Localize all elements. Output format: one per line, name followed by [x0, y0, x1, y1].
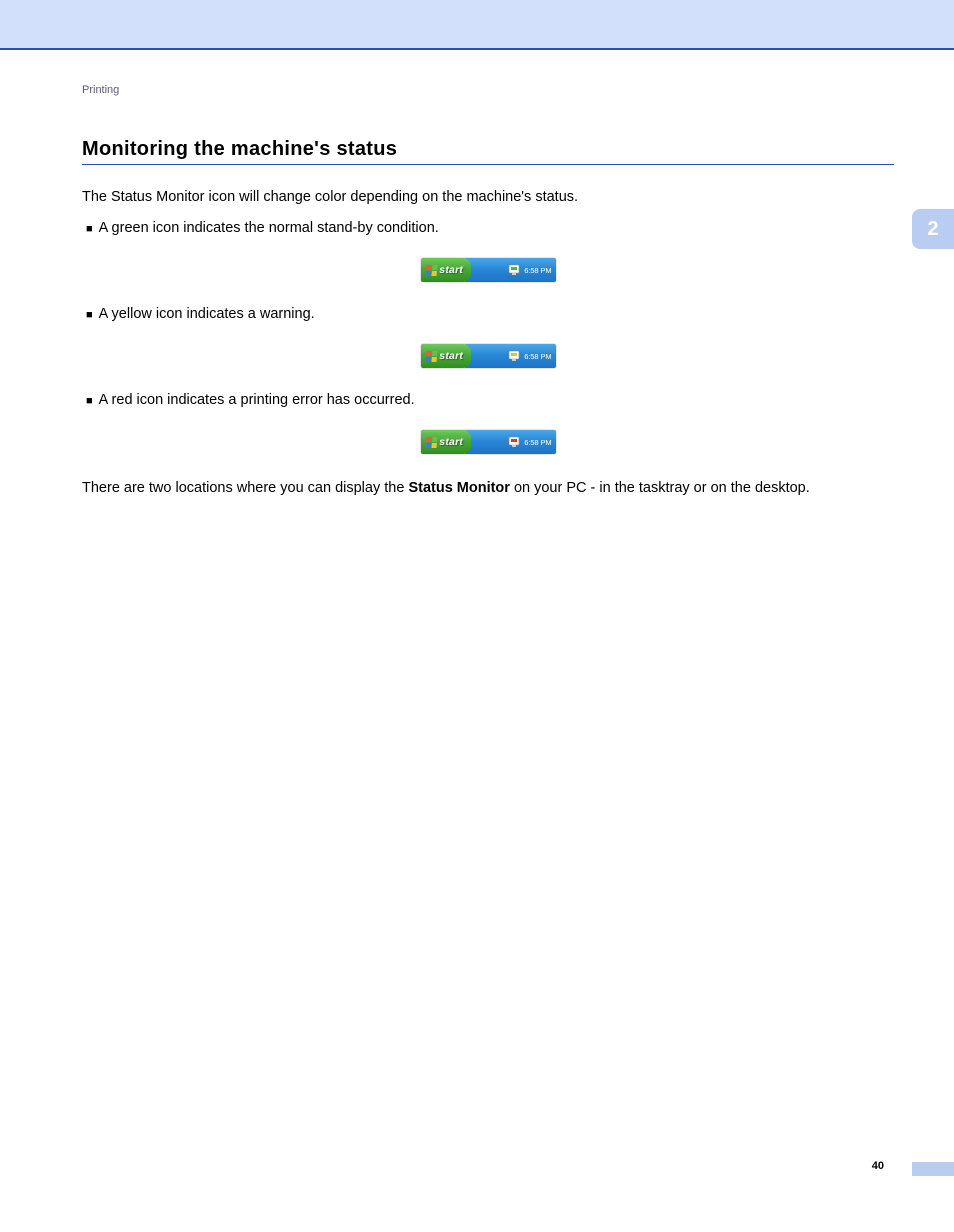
system-tray: 6:58 PM: [465, 430, 555, 454]
system-tray: 6:58 PM: [465, 258, 555, 282]
breadcrumb: Printing: [82, 84, 894, 96]
closing-after: on your PC - in the tasktray or on the d…: [510, 480, 810, 496]
windows-logo-icon: [425, 437, 437, 448]
bullet-text: A green icon indicates the normal stand-…: [99, 220, 439, 236]
start-label: start: [439, 436, 463, 448]
footer-accent: [912, 1162, 954, 1176]
closing-before: There are two locations where you can di…: [82, 480, 408, 496]
closing-paragraph: There are two locations where you can di…: [82, 478, 894, 499]
bullet-green: ■ A green icon indicates the normal stan…: [86, 220, 894, 236]
start-button[interactable]: start: [421, 344, 472, 368]
bullet-red: ■ A red icon indicates a printing error …: [86, 392, 894, 408]
windows-logo-icon: [425, 351, 437, 362]
intro-text: The Status Monitor icon will change colo…: [82, 187, 894, 208]
taskbar-example-yellow: start 6:58 PM: [82, 344, 894, 368]
windows-logo-icon: [425, 265, 437, 276]
bullet-yellow: ■ A yellow icon indicates a warning.: [86, 306, 894, 322]
start-label: start: [439, 350, 463, 362]
page-content: Printing Monitoring the machine's status…: [0, 50, 954, 499]
tray-clock: 6:58 PM: [524, 352, 551, 361]
square-bullet-icon: ■: [86, 395, 93, 407]
tray-clock: 6:58 PM: [524, 438, 551, 447]
start-label: start: [439, 264, 463, 276]
bullet-text: A red icon indicates a printing error ha…: [99, 392, 415, 408]
chapter-tab: 2: [912, 209, 954, 249]
bullet-text: A yellow icon indicates a warning.: [99, 306, 315, 322]
start-button[interactable]: start: [421, 258, 472, 282]
tray-clock: 6:58 PM: [524, 266, 551, 275]
status-monitor-icon[interactable]: [508, 264, 520, 276]
square-bullet-icon: ■: [86, 223, 93, 235]
taskbar-example-green: start 6:58 PM: [82, 258, 894, 282]
windows-taskbar: start 6:58 PM: [421, 258, 556, 282]
start-button[interactable]: start: [421, 430, 472, 454]
closing-bold: Status Monitor: [408, 480, 510, 496]
section-heading: Monitoring the machine's status: [82, 138, 894, 165]
header-band: [0, 0, 954, 50]
status-monitor-icon[interactable]: [508, 436, 520, 448]
square-bullet-icon: ■: [86, 309, 93, 321]
system-tray: 6:58 PM: [465, 344, 555, 368]
page-number: 40: [872, 1160, 884, 1172]
windows-taskbar: start 6:58 PM: [421, 430, 556, 454]
taskbar-example-red: start 6:58 PM: [82, 430, 894, 454]
windows-taskbar: start 6:58 PM: [421, 344, 556, 368]
status-monitor-icon[interactable]: [508, 350, 520, 362]
